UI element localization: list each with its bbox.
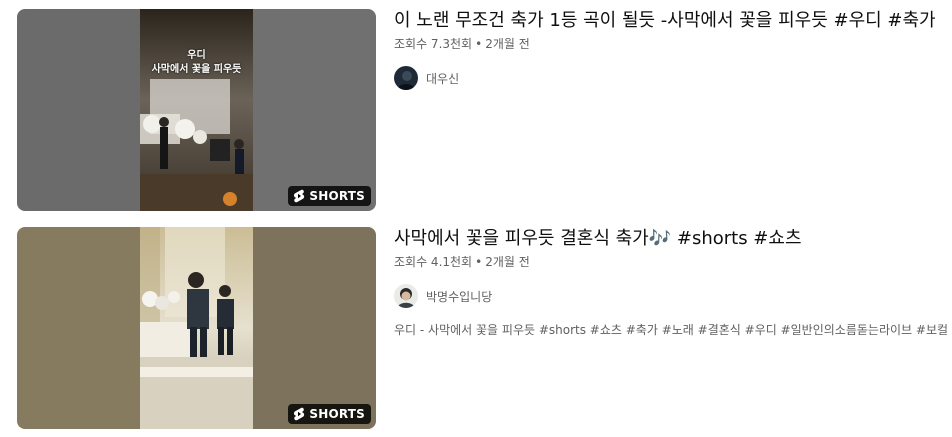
video-stats: 조회수 4.1천회 • 2개월 전 <box>394 253 952 271</box>
thumbnail-blur-left <box>17 227 140 429</box>
view-count: 조회수 4.1천회 <box>394 255 473 269</box>
shorts-badge: SHORTS <box>288 186 371 206</box>
channel-row[interactable]: 대우신 <box>394 66 952 90</box>
thumbnail-video-frame: 우디 사막에서 꽃을 피우듯 <box>140 9 253 211</box>
shorts-icon <box>294 189 305 203</box>
video-title[interactable]: 사막에서 꽃을 피우듯 결혼식 축가🎶 #shorts #쇼츠 <box>394 227 952 251</box>
thumbnail-video-frame <box>140 227 253 429</box>
video-stats: 조회수 7.3천회 • 2개월 전 <box>394 35 952 53</box>
video-description-snippet: 우디 - 사막에서 꽃을 피우듯 #shorts #쇼츠 #축가 #노래 #결혼… <box>394 323 952 337</box>
channel-avatar[interactable] <box>394 284 418 308</box>
thumbnail-blur-right <box>253 9 376 211</box>
shorts-badge-label: SHORTS <box>309 189 365 203</box>
video-title[interactable]: 이 노랜 무조건 축가 1등 곡이 될듯 -사막에서 꽃을 피우듯 #우디 #축… <box>394 9 952 33</box>
view-count: 조회수 7.3천회 <box>394 37 473 51</box>
video-thumbnail[interactable]: 우디 사막에서 꽃을 피우듯 SHORTS <box>17 9 376 211</box>
channel-name[interactable]: 대우신 <box>426 70 459 87</box>
upload-age: 2개월 전 <box>485 255 530 269</box>
wedding-stage-scene <box>140 227 253 429</box>
shorts-badge: SHORTS <box>288 404 371 424</box>
thumbnail-blur-left <box>17 9 140 211</box>
separator-dot: • <box>475 255 483 269</box>
video-thumbnail[interactable]: SHORTS <box>17 227 376 429</box>
wedding-stage-scene <box>140 9 253 211</box>
overlay-caption-line1: 우디 <box>187 50 206 61</box>
shorts-badge-label: SHORTS <box>309 407 365 421</box>
channel-avatar[interactable] <box>394 66 418 90</box>
shorts-icon <box>294 407 305 421</box>
channel-name[interactable]: 박명수입니당 <box>426 288 492 305</box>
channel-row[interactable]: 박명수입니당 <box>394 284 952 308</box>
thumbnail-blur-right <box>253 227 376 429</box>
upload-age: 2개월 전 <box>485 37 530 51</box>
separator-dot: • <box>475 37 483 51</box>
overlay-caption-line2: 사막에서 꽃을 피우듯 <box>151 64 242 75</box>
